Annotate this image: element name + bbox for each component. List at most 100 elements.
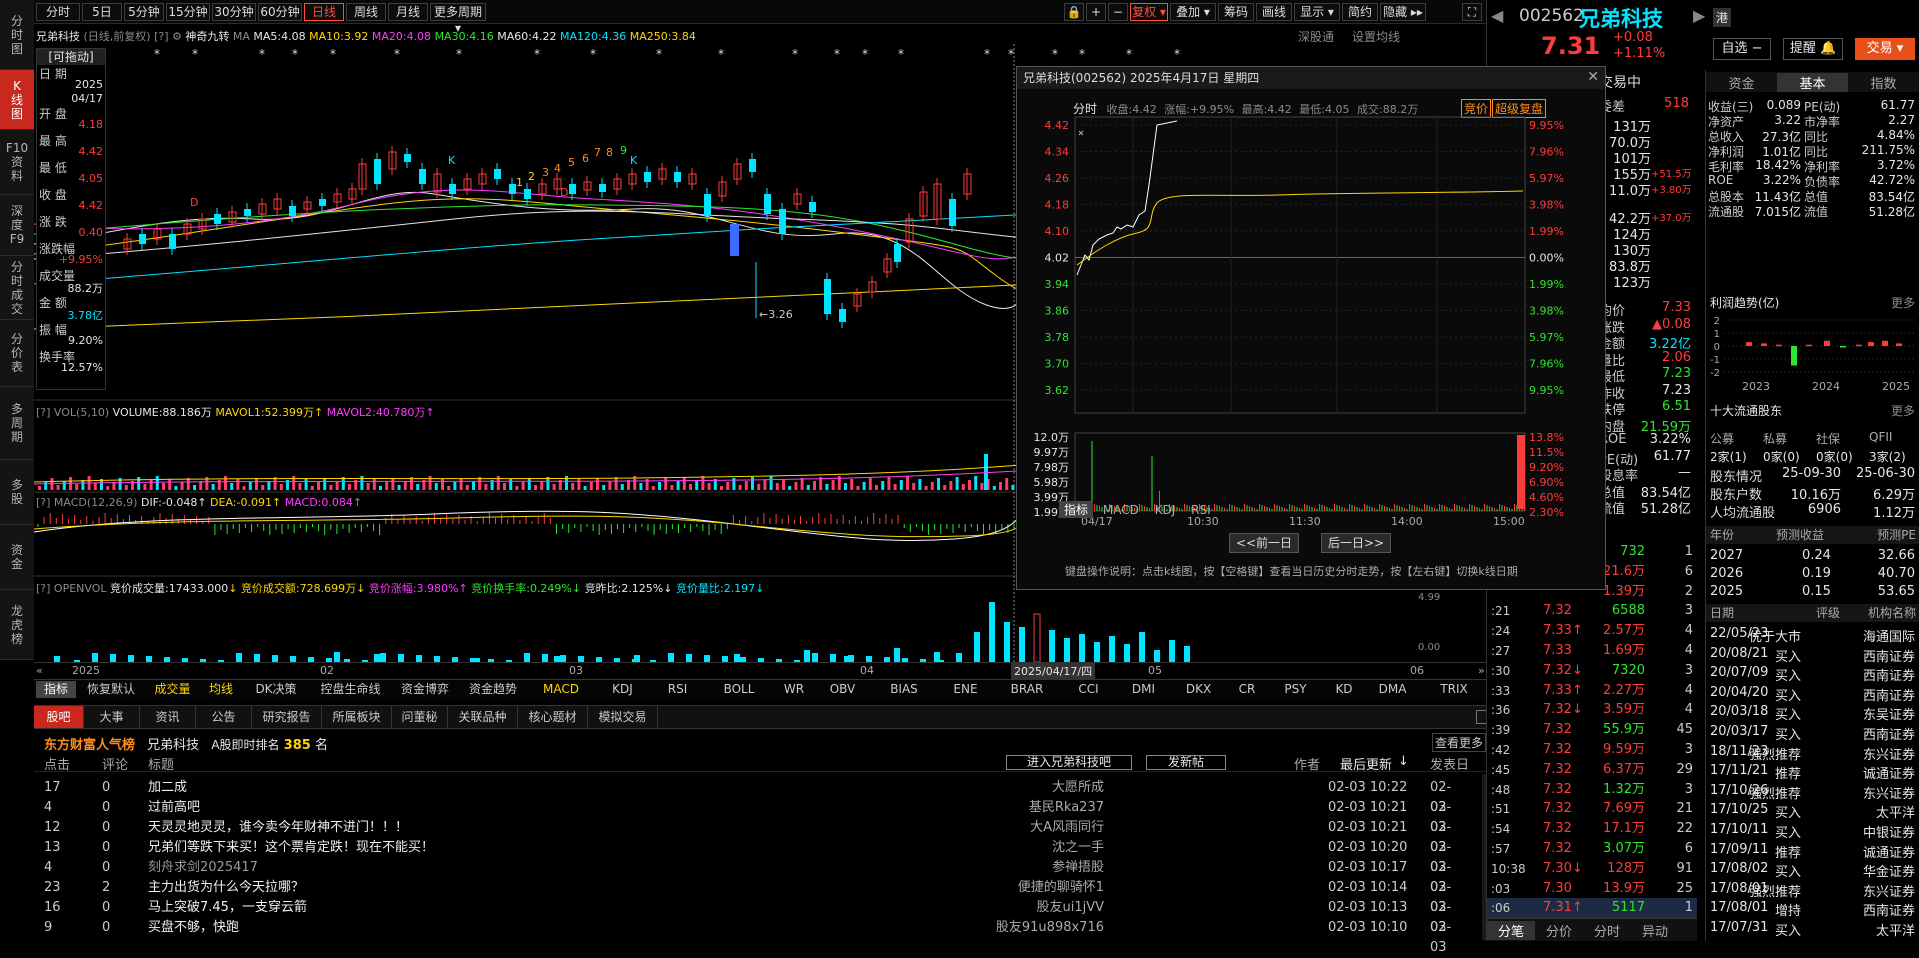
news-tab[interactable]: 模拟交易 [588,706,658,728]
indicator-tab[interactable]: MACD [528,681,594,698]
forum-row[interactable]: 23 2 主力出货为什么今天拉哪？ 便捷的聊骑怀1 02-03 10:14 02-03 [34,878,1464,915]
view-more-button[interactable]: 查看更多 [1431,733,1486,752]
forum-row[interactable]: 17 0 加二成 大愿所成 02-03 10:22 02-03 [34,778,1464,815]
next-day-button[interactable]: 后一日>> [1321,533,1391,553]
left-tab[interactable]: 分价表 [0,320,34,387]
row-author[interactable]: 基民Rka237 [944,798,1104,818]
zoom-in-button[interactable]: + [1086,3,1106,21]
watchlist-button[interactable]: 自选 − [1713,38,1771,60]
profit-more-link[interactable]: 更多 [1891,294,1915,311]
toolbar-button[interactable]: 筹码 [1218,3,1254,21]
indicator-tab[interactable]: WR [774,681,814,698]
left-tab[interactable]: 深度F9 [0,195,34,256]
help-icon[interactable]: [?] [36,496,50,509]
tick-row[interactable]: :54 7.32 17.1万 22 [1487,819,1697,839]
row-author[interactable]: 便捷的聊骑怀1 [944,878,1104,898]
left-tab[interactable]: F10资料 [0,130,34,195]
toolbar-button[interactable]: 隐藏 ▸▸ [1380,3,1426,21]
header-last-update[interactable]: 最后更新 [1340,754,1392,773]
period-button[interactable]: 15分钟 [166,3,210,21]
indicator-tab[interactable]: RSI [651,681,704,698]
tick-tab[interactable]: 分时 [1583,921,1631,940]
scroll-left-icon[interactable]: « [36,664,43,677]
tick-row[interactable]: :36 7.32↓ 3.59万 4 [1487,700,1697,720]
previous-day-button[interactable]: <<前一日 [1229,533,1299,553]
indicator-tab[interactable]: DK决策 [243,681,309,698]
tick-row[interactable]: :06 7.31↑ 5117 1 [1487,898,1697,919]
left-tab[interactable]: 龙虎榜 [0,590,34,660]
header-comment[interactable]: 评论 [102,754,128,773]
toolbar-button[interactable]: 叠加 ▾ [1170,3,1216,21]
row-author[interactable]: 大愿所成 [944,778,1104,798]
next-stock-icon[interactable]: ▶ [1693,6,1705,25]
alert-button[interactable]: 提醒 🔔 [1783,38,1843,60]
toolbar-button[interactable]: 显示 ▾ [1294,3,1340,21]
close-icon[interactable]: ✕ [1587,69,1599,85]
scroll-right-icon[interactable]: » [1478,664,1485,677]
help-icon[interactable]: [?] [154,30,168,43]
tick-row[interactable]: :30 7.32↓ 7320 3 [1487,661,1697,681]
period-button[interactable]: 周线 [346,3,386,21]
period-button[interactable]: 5日 [82,3,122,21]
news-tab[interactable]: 公告 [196,706,252,728]
tick-row[interactable]: :33 7.33↑ 2.27万 4 [1487,681,1697,701]
indicator-tab[interactable]: CCI [1062,681,1115,698]
tick-row[interactable]: :42 7.32 9.59万 3 [1487,740,1697,760]
trade-button[interactable]: 交易 ▾ [1855,38,1915,60]
popup-tab-macd[interactable]: MACD [1097,503,1145,517]
help-icon[interactable]: [?] [36,406,50,419]
toolbar-button[interactable]: 画线 [1256,3,1292,21]
left-tab[interactable]: K线图 [0,70,34,130]
news-tab[interactable]: 问董秘 [392,706,448,728]
left-tab[interactable]: 分时成交 [0,256,34,320]
period-button[interactable]: 日线 [304,3,344,21]
popup-tab-kdj[interactable]: KDJ [1149,503,1182,517]
indicator-tab[interactable]: KDJ [596,681,649,698]
row-title[interactable]: 马上突破7.45，一支穿云箭 [148,898,307,918]
hk-connect-label[interactable]: 深股通 [1298,28,1334,45]
row-title[interactable]: 加二成 [148,778,187,798]
drag-label[interactable]: [可拖动] [37,49,105,65]
indicator-tab[interactable]: DKX [1172,681,1225,698]
hk-badge[interactable]: 港 [1713,8,1732,27]
tick-tab[interactable]: 异动 [1631,921,1679,940]
left-tab[interactable]: 多周期 [0,387,34,460]
forum-row[interactable]: 12 0 天灵灵地灵灵，谁今卖今年财神不进门！！！ 大A风雨同行 02-03 10:21… [34,818,1464,855]
new-post-button[interactable]: 发新帖 [1146,755,1226,770]
holders-more-link[interactable]: 更多 [1891,402,1915,419]
forum-row[interactable]: 4 0 刻舟求剑2025417 参禅捂股 02-03 10:17 02-03 [34,858,1464,895]
forum-row[interactable]: 9 0 买盘不够，快跑 股友91u898x716 02-03 10:10 02-03 [34,918,1464,955]
indicator-tab[interactable]: 资金博弈 [392,681,458,698]
row-author[interactable]: 参禅捂股 [944,858,1104,878]
tick-row[interactable]: :39 7.32 55.9万 45 [1487,720,1697,740]
tick-row[interactable]: 10:38 7.30↓ 128万 91 [1487,859,1697,879]
help-icon[interactable]: [?] [36,582,50,595]
toolbar-button[interactable]: 复权 ▾ [1130,3,1168,21]
news-tab[interactable]: 所属板块 [322,706,392,728]
header-author[interactable]: 作者 [1294,754,1320,773]
news-tab[interactable]: 核心题材 [518,706,588,728]
row-title[interactable]: 过前高吧 [148,798,200,818]
popularity-brand[interactable]: 东方财富人气榜 [44,738,135,753]
tick-row[interactable]: :51 7.32 7.69万 21 [1487,799,1697,819]
indicator-name[interactable]: 神奇九转 [185,30,229,43]
indicator-tab[interactable]: BRAR [994,681,1060,698]
news-tab[interactable]: 大事 [84,706,140,728]
gear-icon[interactable]: ⚙ [172,30,182,43]
enter-forum-button[interactable]: 进入兄弟科技吧 [1006,755,1132,770]
indicator-tab[interactable]: 指标 [36,681,76,698]
forum-row[interactable]: 16 0 马上突破7.45，一支穿云箭 股友ui1jVV 02-03 10:13 02-0… [34,898,1464,935]
indicator-tab[interactable]: BOLL [706,681,772,698]
fund-tab[interactable]: 基本 [1777,73,1848,92]
news-tab[interactable]: 股吧 [34,706,84,728]
kline-mode[interactable]: (日线,前复权) [84,30,151,43]
period-button[interactable]: 分时 [36,3,80,21]
indicator-tab[interactable]: DMA [1366,681,1419,698]
left-tab[interactable]: 多股 [0,460,34,525]
indicator-tab[interactable]: 恢复默认 [78,681,144,698]
indicator-tab[interactable]: 控盘生命线 [311,681,390,698]
indicator-tab[interactable]: PSY [1269,681,1322,698]
row-author[interactable]: 大A风雨同行 [944,818,1104,838]
indicator-tab[interactable]: ENE [939,681,992,698]
left-tab[interactable]: 资金 [0,525,34,590]
